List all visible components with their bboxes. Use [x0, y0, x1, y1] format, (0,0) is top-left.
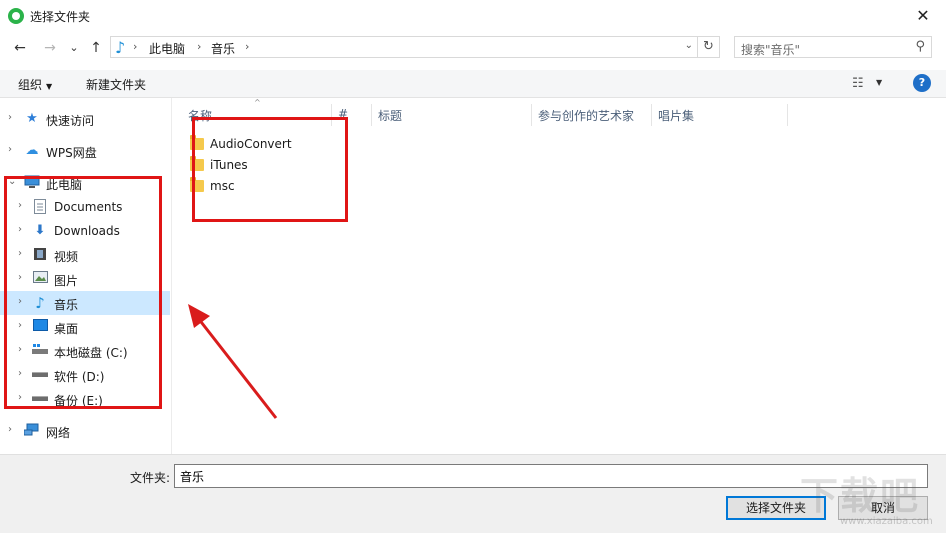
address-dropdown-icon[interactable]: ⌄: [685, 40, 693, 51]
column-header-album[interactable]: 唱片集: [652, 104, 788, 126]
network-icon: [23, 423, 40, 439]
cloud-icon: ☁: [25, 143, 39, 158]
star-icon: ★: [26, 111, 38, 126]
organize-button[interactable]: 组织 ▼: [18, 76, 52, 93]
forward-button[interactable]: →: [40, 39, 60, 57]
column-artists-label: 参与创作的艺术家: [538, 109, 635, 123]
search-input[interactable]: 搜索"音乐" ⚲: [734, 36, 932, 58]
column-album-label: 唱片集: [658, 109, 695, 123]
recent-locations-button[interactable]: ⌄: [64, 39, 84, 57]
breadcrumb-music[interactable]: 音乐: [211, 40, 235, 57]
annotation-box-sidebar: [4, 176, 162, 409]
breadcrumb-separator[interactable]: ›: [133, 40, 137, 53]
sidebar-item-label: WPS网盘: [46, 146, 97, 160]
view-caret-icon[interactable]: ▼: [876, 78, 882, 87]
arrow-shaft: [196, 317, 278, 419]
expand-chevron-icon[interactable]: ›: [8, 144, 12, 155]
close-button[interactable]: ✕: [900, 0, 946, 32]
breadcrumb-this-pc[interactable]: 此电脑: [149, 40, 185, 57]
column-title-label: 标题: [378, 109, 403, 123]
search-placeholder: 搜索"音乐": [741, 43, 801, 57]
sidebar-item-label: 网络: [46, 426, 71, 440]
help-icon[interactable]: ?: [913, 74, 931, 92]
sort-ascending-icon: ^: [254, 98, 261, 107]
column-header-title[interactable]: 标题: [372, 104, 532, 126]
expand-chevron-icon[interactable]: ›: [8, 424, 12, 435]
organize-caret-icon: ▼: [46, 82, 53, 91]
sidebar-item-wps[interactable]: › ☁ WPS网盘: [0, 139, 170, 163]
folder-label: 文件夹:: [130, 471, 171, 485]
sidebar-item-network[interactable]: › 网络: [0, 419, 170, 443]
new-folder-button[interactable]: 新建文件夹: [86, 76, 146, 93]
command-toolbar: 组织 ▼ 新建文件夹 ☷ ▼ ?: [0, 70, 946, 98]
expand-chevron-icon[interactable]: ›: [8, 112, 12, 123]
breadcrumb-separator[interactable]: ›: [197, 40, 201, 53]
organize-label: 组织: [18, 78, 43, 92]
arrow-head: [188, 304, 210, 328]
annotation-box-files: [192, 117, 348, 222]
music-icon: ♪: [115, 38, 126, 57]
sidebar-item-quick-access[interactable]: › ★ 快速访问: [0, 107, 170, 131]
sidebar-item-label: 快速访问: [46, 114, 95, 128]
title-bar: 选择文件夹 ✕: [0, 0, 946, 32]
view-options-icon[interactable]: ☷: [852, 76, 864, 91]
up-button[interactable]: ↑: [86, 39, 106, 57]
window-title: 选择文件夹: [30, 10, 91, 24]
back-button[interactable]: ←: [10, 39, 30, 57]
annotation-arrow-icon: [188, 304, 278, 419]
breadcrumb-separator[interactable]: ›: [245, 40, 249, 53]
watermark-url: www.xiazaiba.com: [840, 516, 933, 527]
app-logo-icon: [8, 8, 24, 24]
refresh-button[interactable]: ↻: [698, 36, 720, 58]
search-icon[interactable]: ⚲: [915, 39, 925, 54]
column-header-artists[interactable]: 参与创作的艺术家: [532, 104, 652, 126]
address-field[interactable]: ♪ › 此电脑 › 音乐 › ⌄: [110, 36, 698, 58]
watermark-logo: 下载吧: [800, 474, 921, 518]
